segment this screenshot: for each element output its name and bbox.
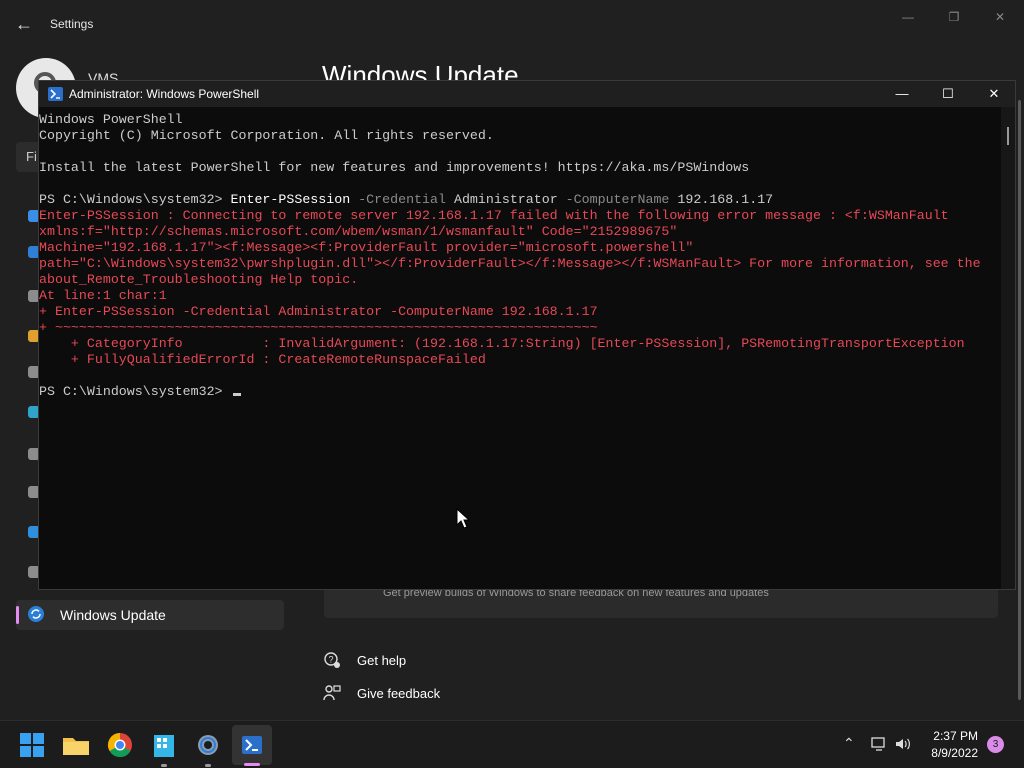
powershell-icon	[48, 87, 63, 101]
ps-minimize-button[interactable]: —	[879, 81, 925, 107]
give-feedback-link[interactable]: Give feedback	[357, 686, 440, 701]
error-line: + Enter-PSSession -Credential Administra…	[39, 304, 598, 319]
parameter: -Credential	[350, 192, 446, 207]
console-output[interactable]: Windows PowerShell Copyright (C) Microso…	[39, 112, 997, 588]
powershell-title: Administrator: Windows PowerShell	[69, 87, 260, 101]
argument: Administrator	[445, 192, 558, 207]
settings-restore-button[interactable]: ❐	[934, 6, 974, 28]
command-line: PS C:\Windows\system32> Enter-PSSession …	[39, 192, 773, 208]
clock-time[interactable]: 2:37 PM	[918, 729, 978, 743]
clock-date[interactable]: 8/9/2022	[918, 746, 978, 760]
prompt: PS C:\Windows\system32>	[39, 384, 231, 399]
error-line: + FullyQualifiedErrorId : CreateRemoteRu…	[39, 352, 486, 367]
powershell-taskbar-icon[interactable]	[236, 729, 268, 761]
running-indicator	[161, 764, 167, 767]
file-explorer-icon[interactable]	[60, 729, 92, 761]
chrome-icon[interactable]	[104, 729, 136, 761]
taskbar: ⌃ 2:37 PM 8/9/2022 3	[0, 720, 1024, 768]
scrollbar-thumb[interactable]	[1007, 127, 1009, 145]
settings-close-button[interactable]: ✕	[980, 6, 1020, 28]
notification-badge[interactable]: 3	[987, 736, 1004, 753]
windows-update-icon	[28, 606, 44, 622]
find-setting-input[interactable]: Fi	[16, 142, 40, 172]
console-line: Windows PowerShell	[39, 112, 183, 127]
prompt: PS C:\Windows\system32>	[39, 192, 231, 207]
active-indicator	[16, 606, 19, 624]
console-line: Install the latest PowerShell for new fe…	[39, 160, 750, 175]
powershell-window: Administrator: Windows PowerShell — ☐ ✕ …	[38, 80, 1016, 590]
console-line: Copyright (C) Microsoft Corporation. All…	[39, 128, 494, 143]
svg-text:?: ?	[329, 655, 334, 665]
ps-close-button[interactable]: ✕	[971, 81, 1017, 107]
help-icon: ?	[324, 652, 340, 668]
back-arrow-icon[interactable]: ←	[14, 12, 34, 36]
error-line: path="C:\Windows\system32\pwrshplugin.dl…	[39, 256, 981, 271]
parameter: -ComputerName	[557, 192, 670, 207]
start-windows-icon[interactable]	[16, 729, 48, 761]
building-app-icon[interactable]	[148, 729, 180, 761]
error-line: + ~~~~~~~~~~~~~~~~~~~~~~~~~~~~~~~~~~~~~~…	[39, 320, 598, 335]
active-indicator	[244, 763, 260, 766]
argument: 192.168.1.17	[669, 192, 774, 207]
get-help-link[interactable]: Get help	[357, 653, 406, 668]
settings-scrollbar[interactable]	[1018, 100, 1021, 700]
error-line: xmlns:f="http://schemas.microsoft.com/wb…	[39, 224, 678, 239]
settings-minimize-button[interactable]: —	[888, 6, 928, 28]
error-line: about_Remote_Troubleshooting Help topic.	[39, 272, 359, 287]
error-line: + CategoryInfo : InvalidArgument: (192.1…	[39, 336, 965, 351]
powershell-titlebar[interactable]: Administrator: Windows PowerShell — ☐ ✕	[39, 81, 1015, 107]
error-line: Machine="192.168.1.17"><f:Message><f:Pro…	[39, 240, 694, 255]
running-indicator	[205, 764, 211, 767]
settings-gear-icon[interactable]	[192, 729, 224, 761]
chevron-up-icon[interactable]: ⌃	[843, 735, 855, 752]
network-icon[interactable]	[870, 736, 888, 752]
sidebar-item-label: Windows Update	[60, 607, 166, 623]
command: Enter-PSSession	[230, 192, 351, 207]
feedback-icon	[323, 685, 341, 701]
error-line: At line:1 char:1	[39, 288, 167, 303]
volume-icon[interactable]	[894, 736, 912, 752]
error-line: Enter-PSSession : Connecting to remote s…	[39, 208, 949, 223]
ps-maximize-button[interactable]: ☐	[925, 81, 971, 107]
settings-title: Settings	[50, 17, 94, 31]
console-scrollbar[interactable]	[1001, 107, 1015, 589]
mouse-pointer-icon	[456, 508, 471, 529]
text-cursor	[233, 393, 241, 396]
